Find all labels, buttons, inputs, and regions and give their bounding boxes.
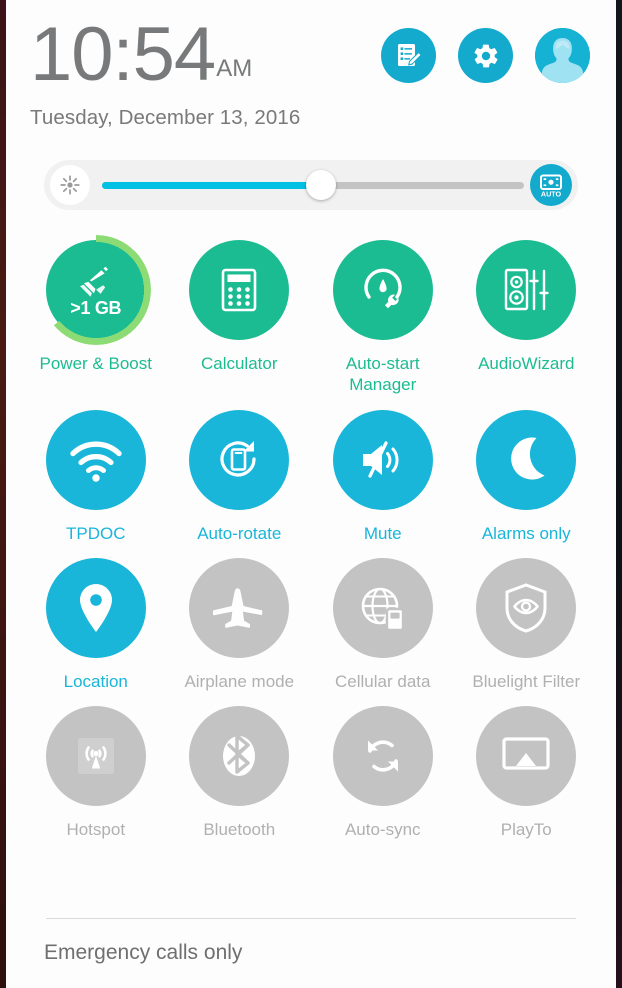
brightness-sun-icon: [60, 175, 80, 195]
tile-label: Bluelight Filter: [472, 671, 581, 691]
tile-label: PlayTo: [500, 820, 552, 839]
crescent-moon-icon: [503, 436, 549, 484]
sync-arrows-icon: [358, 731, 408, 781]
edit-quick-settings-button[interactable]: [381, 28, 436, 83]
tile-icon-circle[interactable]: [476, 409, 577, 510]
clock-time: 10:54: [30, 12, 216, 97]
quick-settings-tile[interactable]: TPDOC: [24, 406, 168, 544]
airplane-icon: [213, 584, 265, 632]
panel-footer: Emergency calls only: [6, 918, 616, 988]
auto-brightness-icon: AUTO: [540, 174, 562, 198]
screen-rotate-icon: [214, 435, 264, 485]
panel-header: 10:54AM Tuesday, December 13, 2016: [6, 0, 616, 160]
quick-settings-tile[interactable]: Location: [24, 554, 168, 692]
quick-settings-tile[interactable]: Bluelight Filter: [455, 554, 599, 692]
globe-sim-icon: [357, 584, 409, 632]
tile-label: Auto-rotate: [197, 523, 282, 543]
settings-button[interactable]: [458, 28, 513, 83]
quick-settings-tile[interactable]: Auto-sync: [311, 702, 455, 840]
tile-label: Hotspot: [66, 820, 126, 839]
tile-label: AudioWizard: [478, 354, 575, 373]
tile-label: Mute: [363, 523, 402, 543]
tile-label: Bluetooth: [203, 820, 276, 839]
tile-icon-circle[interactable]: [45, 557, 146, 658]
location-pin-icon: [75, 582, 117, 634]
brightness-slider[interactable]: [102, 165, 524, 205]
tile-icon-circle[interactable]: [476, 706, 577, 806]
tile-label: Auto-start Manager: [345, 354, 420, 395]
brightness-slider-row[interactable]: AUTO: [44, 160, 578, 210]
quick-settings-panel: 10:54AM Tuesday, December 13, 2016 AUTO …: [6, 0, 616, 988]
slider-thumb[interactable]: [306, 170, 337, 200]
cast-screen-icon: [500, 734, 552, 778]
tile-icon-circle[interactable]: [332, 240, 433, 340]
tile-label: Airplane mode: [184, 671, 295, 691]
tile-label: Alarms only: [481, 523, 571, 543]
left-edge-strip: [0, 0, 6, 988]
speaker-mute-icon: [357, 437, 409, 483]
brightness-level-button[interactable]: [50, 165, 90, 205]
tile-icon-circle[interactable]: [189, 240, 290, 340]
audio-equalizer-icon: [502, 265, 550, 315]
tile-icon-circle[interactable]: [45, 706, 146, 806]
quick-settings-tile[interactable]: PlayTo: [455, 702, 599, 840]
clock-ampm: AM: [216, 55, 253, 82]
tile-icon-circle[interactable]: [332, 409, 433, 510]
user-profile-button[interactable]: [535, 28, 590, 83]
tile-label: Cellular data: [335, 671, 431, 691]
tile-label: Calculator: [200, 354, 278, 373]
carrier-status-text: Emergency calls only: [44, 941, 243, 964]
right-edge-strip: [616, 0, 622, 988]
tile-icon-circle[interactable]: [189, 706, 290, 806]
bluetooth-icon: [214, 730, 264, 782]
tile-label: TPDOC: [66, 523, 126, 543]
boost-size-badge: >1 GB: [70, 298, 122, 318]
tile-icon-circle[interactable]: [476, 240, 577, 340]
auto-brightness-label: AUTO: [541, 189, 562, 198]
tile-icon-circle[interactable]: [189, 557, 290, 658]
user-avatar-icon: [535, 28, 590, 83]
calculator-icon: [214, 265, 264, 315]
clock-date: Tuesday, December 13, 2016: [30, 106, 301, 130]
quick-settings-tile[interactable]: Calculator: [168, 236, 312, 396]
tile-label: Auto-sync: [344, 820, 421, 839]
tile-icon-circle[interactable]: >1 GB: [40, 235, 151, 345]
quick-settings-tile[interactable]: Hotspot: [24, 702, 168, 840]
tile-icon-circle[interactable]: [189, 409, 290, 510]
quick-settings-tile[interactable]: >1 GB Power & Boost: [24, 235, 168, 396]
quick-settings-tile[interactable]: AudioWizard: [455, 236, 599, 396]
quick-settings-tile[interactable]: Auto-rotate: [168, 406, 312, 544]
clock-block[interactable]: 10:54AM Tuesday, December 13, 2016: [30, 16, 300, 130]
quick-settings-tile-grid: >1 GB Power & Boost Calculator Auto-start…: [6, 235, 616, 840]
hotspot-tower-icon: [71, 731, 121, 781]
footer-divider: [46, 918, 576, 919]
quick-settings-tile[interactable]: Mute: [311, 406, 455, 544]
tile-icon-circle[interactable]: [332, 706, 433, 806]
tile-label: Power & Boost: [39, 354, 152, 373]
quick-settings-tile[interactable]: Alarms only: [455, 406, 599, 544]
gear-icon: [473, 44, 498, 67]
quick-settings-tile[interactable]: Bluetooth: [168, 702, 312, 840]
wifi-icon: [68, 437, 124, 483]
quick-settings-screen: 10:54AM Tuesday, December 13, 2016 AUTO …: [0, 0, 622, 988]
tile-label: Location: [63, 671, 128, 691]
quick-settings-tile[interactable]: Cellular data: [311, 554, 455, 692]
edit-list-icon: [397, 43, 422, 66]
gauge-wrench-icon: [356, 263, 410, 317]
tile-icon-circle[interactable]: [45, 409, 146, 510]
quick-settings-tile[interactable]: Auto-start Manager: [311, 236, 455, 396]
tile-icon-circle[interactable]: [332, 557, 433, 658]
header-actions: [381, 16, 594, 83]
shield-eye-icon: [502, 582, 550, 634]
slider-track-fill: [102, 181, 322, 189]
quick-settings-tile[interactable]: Airplane mode: [168, 554, 312, 692]
tile-icon-circle[interactable]: [476, 557, 577, 658]
auto-brightness-button[interactable]: AUTO: [530, 164, 572, 206]
